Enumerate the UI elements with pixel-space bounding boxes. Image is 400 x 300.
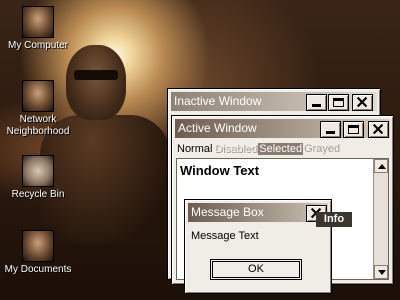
message-box[interactable]: Message Box Message Text OK <box>184 199 332 294</box>
desktop-icon-label: My Computer <box>7 40 68 51</box>
maximize-icon <box>333 98 344 107</box>
menu-item-selected[interactable]: Selected <box>258 143 304 155</box>
scroll-up-button[interactable] <box>374 159 388 173</box>
tooltip: Info <box>316 212 352 227</box>
close-button[interactable] <box>368 121 389 138</box>
minimize-icon <box>312 104 321 107</box>
ok-button[interactable]: OK <box>210 259 302 280</box>
minimize-button[interactable] <box>320 121 341 138</box>
recycle-bin-icon <box>22 155 54 187</box>
menu-item-disabled: Disabled <box>214 143 258 155</box>
close-icon <box>372 123 384 135</box>
desktop-icon-label: Recycle Bin <box>11 189 65 200</box>
my-computer-icon <box>22 6 54 38</box>
desktop-icon-recycle-bin[interactable]: Recycle Bin <box>0 155 76 201</box>
minimize-icon <box>326 131 335 134</box>
my-documents-icon <box>22 230 54 262</box>
active-window-titlebar[interactable]: Active Window <box>175 119 390 138</box>
minimize-button[interactable] <box>306 94 327 111</box>
maximize-icon <box>348 125 359 134</box>
network-neighborhood-icon <box>22 80 54 112</box>
scroll-down-button[interactable] <box>374 265 388 279</box>
message-box-title: Message Box <box>191 205 264 219</box>
message-box-titlebar[interactable]: Message Box <box>188 203 328 222</box>
wallpaper-figure-sunglasses <box>74 70 118 80</box>
arrow-down-icon <box>378 270 386 275</box>
menu-item-grayed: Grayed <box>304 143 341 155</box>
desktop-icon-my-documents[interactable]: My Documents <box>0 230 76 276</box>
close-icon <box>356 96 368 108</box>
menu-item-normal[interactable]: Normal <box>176 143 213 155</box>
desktop-icon-network-neighborhood[interactable]: Network Neighborhood <box>0 80 76 138</box>
window-text: Window Text <box>180 163 260 178</box>
inactive-window-titlebar[interactable]: Inactive Window <box>171 92 377 111</box>
vertical-scrollbar[interactable] <box>373 159 388 279</box>
desktop-icon-label: My Documents <box>4 264 72 275</box>
desktop-icon-label: Network Neighborhood <box>6 114 70 137</box>
arrow-up-icon <box>378 164 386 169</box>
maximize-button[interactable] <box>343 121 364 138</box>
desktop-icon-my-computer[interactable]: My Computer <box>0 6 76 52</box>
maximize-button[interactable] <box>328 94 349 111</box>
close-button[interactable] <box>352 94 373 111</box>
inactive-window-title: Inactive Window <box>174 94 262 108</box>
message-text: Message Text <box>191 230 259 242</box>
menu-bar: Normal Disabled Selected Grayed <box>176 142 341 156</box>
active-window-title: Active Window <box>178 121 257 135</box>
